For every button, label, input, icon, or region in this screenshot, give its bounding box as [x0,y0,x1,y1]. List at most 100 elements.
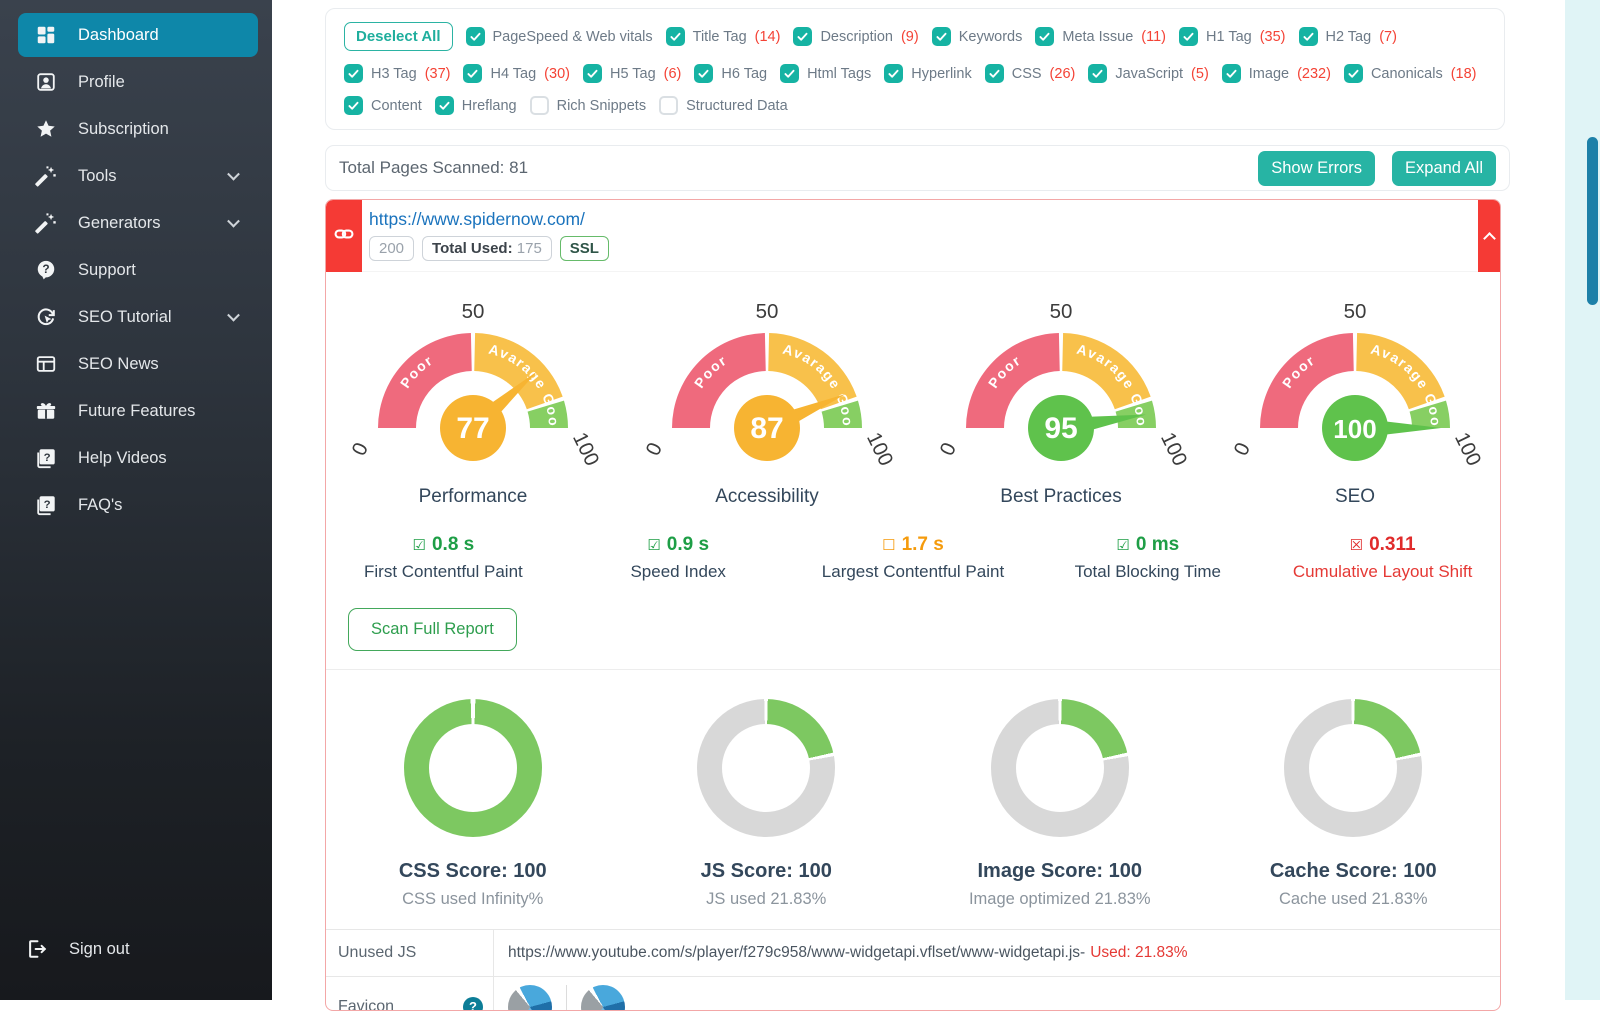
grid-icon [35,24,57,46]
filter-structured-data[interactable]: Structured Data [659,96,788,115]
filter-title-tag[interactable]: Title Tag(14) [666,27,781,46]
filter-label: Title Tag [693,29,747,45]
metric-label: Total Blocking Time [1030,562,1265,582]
checked-checkbox-icon[interactable] [932,27,951,46]
unused-js-value: https://www.youtube.com/s/player/f279c95… [493,930,1500,976]
filter-count: (9) [901,29,919,45]
sidebar-item-profile[interactable]: Profile [18,60,258,104]
gauge-seo: PoorAvarageGood 50 0 100 100 SEO [1208,276,1501,510]
svg-text:50: 50 [1050,300,1073,323]
filter-label: Canonicals [1371,66,1443,82]
sidebar-item-future-features[interactable]: Future Features [18,389,258,433]
filter-content[interactable]: Content [344,96,422,115]
checked-checkbox-icon[interactable] [466,27,485,46]
metric-value: ☑0 ms [1030,534,1265,556]
scan-full-report-button[interactable]: Scan Full Report [348,608,517,651]
help-badge-icon[interactable]: ? [463,997,483,1011]
checked-checkbox-icon[interactable] [1344,64,1363,83]
metric-value: ☑0.9 s [561,534,796,556]
help-square-icon: ? [35,447,57,469]
unchecked-checkbox-icon[interactable] [530,96,549,115]
metric-value: ☑0.8 s [326,534,561,556]
checked-checkbox-icon[interactable] [1035,27,1054,46]
sidebar-item-seo-news[interactable]: SEO News [18,342,258,386]
donut-chart [404,699,542,837]
checked-checkbox-icon[interactable] [694,64,713,83]
metric-label: Speed Index [561,562,796,582]
filter-h5-tag[interactable]: H5 Tag(6) [583,64,681,83]
sidebar-item-subscription[interactable]: Subscription [18,107,258,151]
url-header: https://www.spidernow.com/ 200 Total Use… [326,200,1500,272]
checked-checkbox-icon[interactable] [463,64,482,83]
svg-text:Best Practices: Best Practices [1000,486,1121,507]
checked-checkbox-icon[interactable] [666,27,685,46]
checked-checkbox-icon[interactable] [435,96,454,115]
filter-rich-snippets[interactable]: Rich Snippets [530,96,646,115]
filter-keywords[interactable]: Keywords [932,27,1023,46]
ssl-badge: SSL [560,236,609,261]
total-used-label: Total Used: [432,240,513,257]
sidebar-item-help-videos[interactable]: ? Help Videos [18,436,258,480]
filter-h4-tag[interactable]: H4 Tag(30) [463,64,569,83]
check-square-icon: ☑ [647,537,660,554]
checked-checkbox-icon[interactable] [1088,64,1107,83]
show-errors-button[interactable]: Show Errors [1258,151,1375,186]
expand-all-button[interactable]: Expand All [1392,151,1496,186]
scrollbar-thumb[interactable] [1587,137,1598,305]
filter-hreflang[interactable]: Hreflang [435,96,517,115]
checked-checkbox-icon[interactable] [793,27,812,46]
checked-checkbox-icon[interactable] [884,64,903,83]
metric-label: Largest Contentful Paint [796,562,1031,582]
collapse-button[interactable] [1478,199,1501,272]
gauge-chart-seo: PoorAvarageGood 50 0 100 100 SEO [1208,276,1501,510]
filter-canonicals[interactable]: Canonicals(18) [1344,64,1477,83]
filter-h1-tag[interactable]: H1 Tag(35) [1179,27,1285,46]
filter-javascript[interactable]: JavaScript(5) [1088,64,1208,83]
sidebar-item-faq-s[interactable]: ?FAQ's [18,483,258,527]
filter-h6-tag[interactable]: H6 Tag [694,64,767,83]
sidebar-item-generators[interactable]: Generators [18,201,258,245]
donut-cache-score-100: Cache Score: 100Cache used 21.83% [1207,699,1501,909]
filter-h3-tag[interactable]: H3 Tag(37) [344,64,450,83]
filter-h2-tag[interactable]: H2 Tag(7) [1299,27,1397,46]
page-url-link[interactable]: https://www.spidernow.com/ [369,209,609,230]
sidebar-item-label: Subscription [78,120,169,139]
sign-out-button[interactable]: Sign out [0,938,130,960]
sidebar-item-label: Help Videos [78,449,167,468]
filter-image[interactable]: Image(232) [1222,64,1331,83]
sidebar-item-seo-tutorial[interactable]: SEO Tutorial [18,295,258,339]
chevron-down-icon [227,215,240,228]
checked-checkbox-icon[interactable] [985,64,1004,83]
svg-text:100: 100 [862,429,898,470]
filter-css[interactable]: CSS(26) [985,64,1076,83]
sidebar: DashboardProfile Subscription ToolsGenerat… [0,0,272,1000]
checked-checkbox-icon[interactable] [344,96,363,115]
checked-checkbox-icon[interactable] [1299,27,1318,46]
gauges-row: PoorAvarageGood 50 0 100 77 Performance … [326,276,1500,510]
filter-html-tags[interactable]: Html Tags [780,64,871,83]
unchecked-checkbox-icon[interactable] [659,96,678,115]
checked-checkbox-icon[interactable] [583,64,602,83]
sidebar-item-dashboard[interactable]: Dashboard [18,13,258,57]
filter-count: (6) [664,66,682,82]
filter-pagespeed-web-vitals[interactable]: PageSpeed & Web vitals [466,27,653,46]
star-icon [35,118,57,140]
filter-description[interactable]: Description(9) [793,27,918,46]
filter-hyperlink[interactable]: Hyperlink [884,64,971,83]
metric-speed-index: ☑0.9 s Speed Index [561,534,796,582]
sidebar-item-tools[interactable]: Tools [18,154,258,198]
checked-checkbox-icon[interactable] [1179,27,1198,46]
unused-js-url[interactable]: https://www.youtube.com/s/player/f279c95… [508,944,1080,962]
deselect-all-button[interactable]: Deselect All [344,22,453,51]
unused-js-used-percent: Used: 21.83% [1090,944,1187,962]
filter-label: Content [371,98,422,114]
checked-checkbox-icon[interactable] [1222,64,1241,83]
donut-hole [1016,724,1104,812]
checked-checkbox-icon[interactable] [780,64,799,83]
summary-bar: Total Pages Scanned: 81 Show Errors Expa… [325,145,1510,191]
svg-text:50: 50 [462,300,485,323]
sidebar-item-support[interactable]: ?Support [18,248,258,292]
filter-meta-issue[interactable]: Meta Issue(11) [1035,27,1166,46]
checked-checkbox-icon[interactable] [344,64,363,83]
filter-label: CSS [1012,66,1042,82]
